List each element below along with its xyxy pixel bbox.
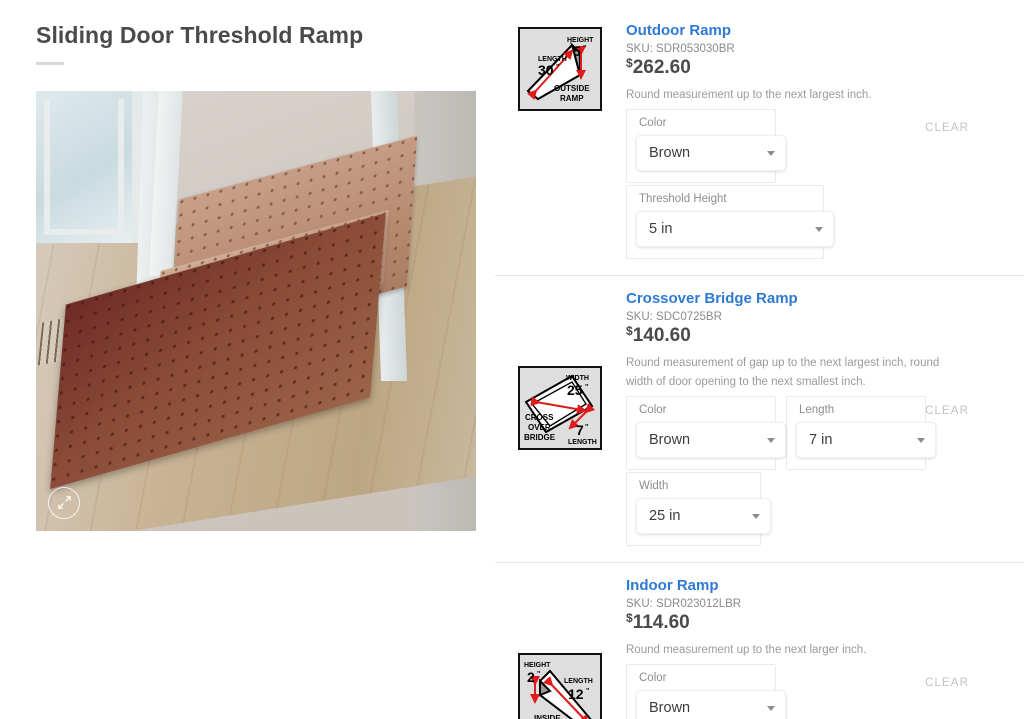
product-options-column: LENGTH 30 " HEIGHT 5 " OUTSIDE RAMP Outd… [495, 0, 1024, 719]
option-fields: Color Brown Length 7 in Width 25 in [626, 396, 1010, 548]
product-hero-image[interactable] [36, 90, 476, 531]
select-value: 5 in [649, 221, 673, 238]
option-label: Width [639, 480, 669, 493]
option-field-width: Width 25 in [626, 472, 771, 547]
option-label: Length [799, 404, 835, 417]
width-select[interactable]: 25 in [636, 498, 771, 535]
select-value: 25 in [649, 508, 681, 525]
clear-button[interactable]: CLEAR [925, 122, 969, 134]
product-link[interactable]: Outdoor Ramp [626, 22, 1010, 39]
select-value: Brown [649, 700, 691, 717]
option-field-threshold-height: Threshold Height 5 in [626, 185, 834, 260]
chevron-down-icon [815, 227, 823, 233]
chevron-down-icon [767, 438, 775, 444]
product-price: $262.60 [626, 57, 1010, 79]
clear-button[interactable]: CLEAR [925, 677, 969, 689]
product-price: $140.60 [626, 325, 1010, 347]
chevron-down-icon [917, 438, 925, 444]
color-select[interactable]: Brown [636, 135, 786, 172]
option-field-color: Color Brown [626, 664, 786, 719]
currency-symbol: $ [626, 324, 633, 339]
threshold-height-select[interactable]: 5 in [636, 211, 834, 248]
clear-button[interactable]: CLEAR [925, 405, 969, 417]
color-select[interactable]: Brown [636, 422, 786, 459]
color-select[interactable]: Brown [636, 690, 786, 719]
product-sku: SKU: SDR053030BR [626, 43, 735, 56]
select-value: Brown [649, 145, 691, 162]
product-link[interactable]: Crossover Bridge Ramp [626, 290, 1010, 307]
option-field-length: Length 7 in [786, 396, 936, 471]
product-sku: SKU: SDR023012LBR [626, 598, 742, 611]
expand-arrows-icon[interactable] [48, 486, 80, 519]
product-sku: SKU: SDC0725BR [626, 311, 722, 324]
title-divider [36, 61, 64, 65]
select-value: 7 in [809, 432, 833, 449]
price-amount: 262.60 [632, 57, 691, 79]
product-card: WIDTH 25 " CROSS OVER BRIDGE 7 " LENGTH … [495, 275, 1024, 562]
product-page: Sliding Door Threshold Ramp LENGTH 30 " … [0, 0, 1024, 719]
product-link[interactable]: Indoor Ramp [626, 577, 1010, 594]
currency-symbol: $ [626, 611, 633, 626]
product-card: LENGTH 30 " HEIGHT 5 " OUTSIDE RAMP Outd… [495, 22, 1024, 275]
length-select[interactable]: 7 in [796, 422, 936, 459]
option-field-color: Color Brown [626, 109, 786, 184]
option-label: Color [639, 117, 667, 130]
option-fields: Color Brown Threshold Height [626, 664, 1010, 719]
price-amount: 114.60 [632, 612, 690, 634]
chevron-down-icon [752, 514, 760, 520]
product-gallery-column: Sliding Door Threshold Ramp [0, 0, 495, 719]
product-price: $114.60 [626, 612, 1010, 634]
product-note: Round measurement up to the next largest… [626, 89, 872, 102]
option-field-color: Color Brown [626, 396, 786, 471]
product-note: Round measurement up to the next larger … [626, 644, 867, 657]
option-label: Color [639, 404, 667, 417]
product-note: Round measurement of gap up to the next … [626, 357, 940, 389]
currency-symbol: $ [626, 56, 633, 71]
product-card: HEIGHT 2 " LENGTH 12 " INSIDE RAMP Indoo… [495, 562, 1024, 719]
chevron-down-icon [767, 706, 775, 712]
option-label: Color [639, 672, 667, 685]
select-value: Brown [649, 432, 691, 449]
page-title: Sliding Door Threshold Ramp [36, 22, 364, 48]
price-amount: 140.60 [632, 325, 691, 347]
chevron-down-icon [767, 151, 775, 157]
option-label: Threshold Height [639, 193, 727, 206]
hero-sliding-glass-door [36, 90, 144, 243]
